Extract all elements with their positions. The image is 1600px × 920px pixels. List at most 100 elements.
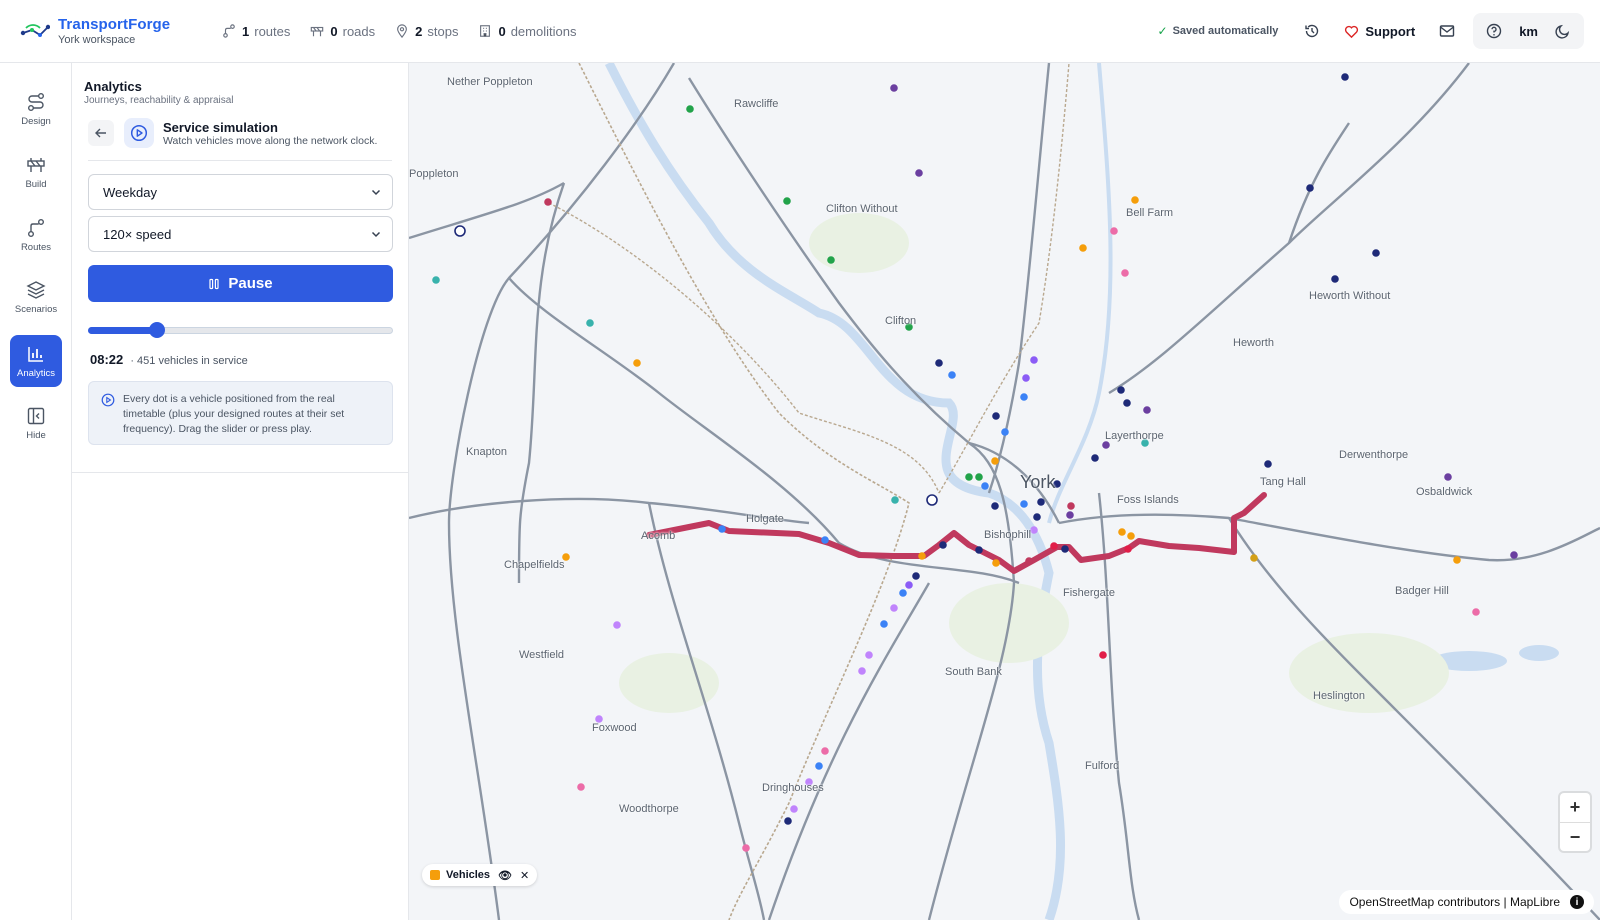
vehicle-dot[interactable]: [1121, 269, 1129, 277]
vehicle-dot[interactable]: [890, 604, 898, 612]
vehicle-dot[interactable]: [827, 256, 835, 264]
support-button[interactable]: Support: [1344, 24, 1415, 39]
vehicle-dot[interactable]: [718, 525, 726, 533]
vehicle-dot[interactable]: [784, 817, 792, 825]
stop-marker[interactable]: [454, 225, 466, 237]
vehicle-dot[interactable]: [858, 667, 866, 675]
map-canvas[interactable]: Nether Poppleton Rawcliffe Poppleton Cli…: [409, 63, 1600, 920]
vehicle-dot[interactable]: [1099, 651, 1107, 659]
vehicle-dot[interactable]: [918, 552, 926, 560]
vehicle-dot[interactable]: [1061, 545, 1069, 553]
vehicle-dot[interactable]: [1143, 406, 1151, 414]
vehicle-dot[interactable]: [1091, 454, 1099, 462]
rail-item-routes[interactable]: Routes: [10, 209, 62, 261]
vehicle-dot[interactable]: [935, 359, 943, 367]
vehicle-dot[interactable]: [1020, 393, 1028, 401]
eye-icon[interactable]: 👁: [498, 869, 512, 882]
vehicle-dot[interactable]: [1030, 526, 1038, 534]
vehicle-dot[interactable]: [865, 651, 873, 659]
rail-item-scenarios[interactable]: Scenarios: [10, 271, 62, 323]
vehicle-dot[interactable]: [1001, 428, 1009, 436]
brand[interactable]: TransportForge York workspace: [20, 16, 200, 47]
vehicle-dot[interactable]: [912, 572, 920, 580]
vehicle-dot[interactable]: [1124, 545, 1132, 553]
speed-select[interactable]: 120× speed: [88, 216, 393, 252]
vehicle-dot[interactable]: [783, 197, 791, 205]
rail-item-analytics[interactable]: Analytics: [10, 335, 62, 387]
vehicle-dot[interactable]: [991, 457, 999, 465]
vehicle-dot[interactable]: [939, 541, 947, 549]
vehicle-dot[interactable]: [821, 536, 829, 544]
vehicle-dot[interactable]: [1306, 184, 1314, 192]
vehicle-dot[interactable]: [1250, 554, 1258, 562]
vehicle-dot[interactable]: [1131, 196, 1139, 204]
rail-item-build[interactable]: Build: [10, 146, 62, 198]
vehicle-dot[interactable]: [1020, 500, 1028, 508]
vehicle-dot[interactable]: [992, 412, 1000, 420]
zoom-in-button[interactable]: +: [1560, 793, 1590, 822]
vehicle-dot[interactable]: [1110, 227, 1118, 235]
vehicle-dot[interactable]: [1102, 441, 1110, 449]
vehicle-dot[interactable]: [1444, 473, 1452, 481]
history-button[interactable]: [1298, 17, 1326, 45]
unit-toggle[interactable]: km: [1509, 24, 1548, 39]
vehicle-dot[interactable]: [915, 169, 923, 177]
close-icon[interactable]: ✕: [520, 869, 529, 882]
vehicle-dot[interactable]: [1510, 551, 1518, 559]
vehicle-dot[interactable]: [1033, 513, 1041, 521]
vehicle-dot[interactable]: [1372, 249, 1380, 257]
mail-button[interactable]: [1433, 17, 1461, 45]
vehicle-dot[interactable]: [899, 589, 907, 597]
vehicle-dot[interactable]: [992, 559, 1000, 567]
vehicle-dot[interactable]: [948, 371, 956, 379]
dark-mode-button[interactable]: [1548, 17, 1578, 45]
time-slider[interactable]: [88, 322, 393, 338]
vehicle-dot[interactable]: [1117, 386, 1125, 394]
vehicle-dot[interactable]: [1264, 460, 1272, 468]
vehicle-dot[interactable]: [965, 473, 973, 481]
vehicle-dot[interactable]: [633, 359, 641, 367]
vehicle-dot[interactable]: [1066, 511, 1074, 519]
vehicle-dot[interactable]: [891, 496, 899, 504]
vehicle-dot[interactable]: [890, 84, 898, 92]
vehicle-dot[interactable]: [742, 844, 750, 852]
vehicle-dot[interactable]: [981, 482, 989, 490]
vehicle-dot[interactable]: [1472, 608, 1480, 616]
rail-item-design[interactable]: Design: [10, 83, 62, 135]
vehicle-dot[interactable]: [1030, 356, 1038, 364]
vehicle-dot[interactable]: [613, 621, 621, 629]
pause-button[interactable]: Pause: [88, 265, 393, 302]
vehicle-dot[interactable]: [1331, 275, 1339, 283]
vehicle-dot[interactable]: [1118, 528, 1126, 536]
vehicle-dot[interactable]: [1123, 399, 1131, 407]
vehicle-dot[interactable]: [815, 762, 823, 770]
vehicle-dot[interactable]: [544, 198, 552, 206]
vehicle-dot[interactable]: [991, 502, 999, 510]
slider-thumb[interactable]: [148, 322, 165, 338]
vehicle-dot[interactable]: [1127, 532, 1135, 540]
vehicle-dot[interactable]: [577, 783, 585, 791]
vehicle-dot[interactable]: [1050, 542, 1058, 550]
rail-item-hide[interactable]: Hide: [10, 397, 62, 449]
designed-route-line[interactable]: [646, 492, 1267, 574]
help-button[interactable]: [1479, 17, 1509, 45]
vehicle-dot[interactable]: [975, 546, 983, 554]
vehicle-dot[interactable]: [790, 805, 798, 813]
vehicle-dot[interactable]: [1341, 73, 1349, 81]
vehicle-dot[interactable]: [975, 473, 983, 481]
vehicle-dot[interactable]: [1453, 556, 1461, 564]
vehicle-dot[interactable]: [1025, 557, 1033, 565]
back-button[interactable]: [88, 120, 114, 146]
stop-marker[interactable]: [926, 494, 938, 506]
info-icon[interactable]: i: [1570, 895, 1584, 909]
vehicle-dot[interactable]: [586, 319, 594, 327]
vehicle-dot[interactable]: [686, 105, 694, 113]
vehicle-dot[interactable]: [821, 747, 829, 755]
vehicle-dot[interactable]: [1022, 374, 1030, 382]
zoom-out-button[interactable]: −: [1560, 822, 1590, 851]
vehicle-dot[interactable]: [1067, 502, 1075, 510]
vehicle-dot[interactable]: [880, 620, 888, 628]
vehicle-dot[interactable]: [905, 581, 913, 589]
vehicles-legend[interactable]: Vehicles 👁 ✕: [422, 864, 538, 886]
vehicle-dot[interactable]: [1079, 244, 1087, 252]
